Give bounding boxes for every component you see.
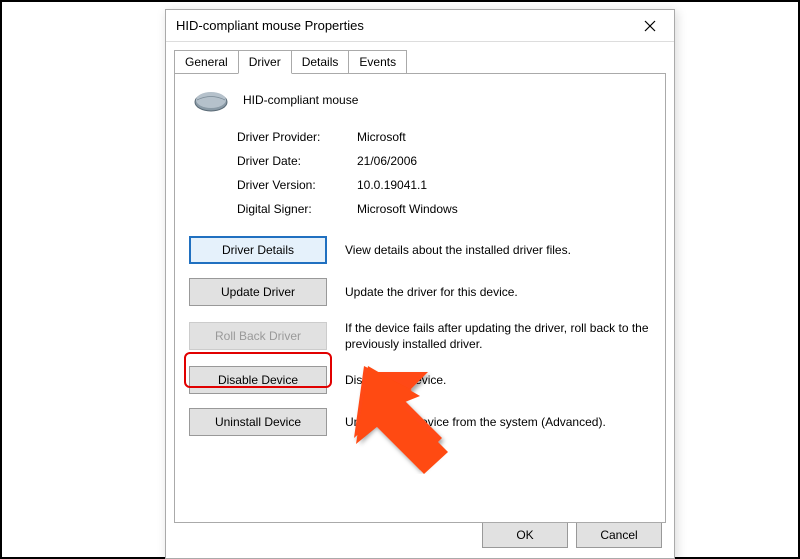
date-label: Driver Date: — [237, 154, 357, 168]
tab-driver[interactable]: Driver — [238, 50, 292, 74]
driver-info: Driver Provider: Microsoft Driver Date: … — [237, 130, 651, 216]
ok-button[interactable]: OK — [482, 522, 568, 548]
provider-value: Microsoft — [357, 130, 651, 144]
tab-details[interactable]: Details — [291, 50, 350, 74]
signer-value: Microsoft Windows — [357, 202, 651, 216]
tab-content: HID-compliant mouse Driver Provider: Mic… — [174, 73, 666, 523]
uninstall-device-button[interactable]: Uninstall Device — [189, 408, 327, 436]
dialog-button-bar: OK Cancel — [482, 522, 662, 548]
signer-label: Digital Signer: — [237, 202, 357, 216]
uninstall-desc: Uninstall the device from the system (Ad… — [345, 414, 651, 430]
tab-events[interactable]: Events — [348, 50, 407, 74]
mouse-icon — [193, 88, 229, 112]
window-title: HID-compliant mouse Properties — [176, 18, 364, 33]
device-name: HID-compliant mouse — [243, 93, 358, 107]
provider-label: Driver Provider: — [237, 130, 357, 144]
update-driver-desc: Update the driver for this device. — [345, 284, 651, 300]
close-icon — [644, 20, 656, 32]
version-value: 10.0.19041.1 — [357, 178, 651, 192]
tab-general[interactable]: General — [174, 50, 239, 74]
disable-desc: Disable the device. — [345, 372, 651, 388]
device-header: HID-compliant mouse — [189, 88, 651, 112]
driver-details-desc: View details about the installed driver … — [345, 242, 651, 258]
tab-bar: General Driver Details Events — [174, 50, 666, 74]
roll-back-driver-button: Roll Back Driver — [189, 322, 327, 350]
driver-details-button[interactable]: Driver Details — [189, 236, 327, 264]
date-value: 21/06/2006 — [357, 154, 651, 168]
titlebar: HID-compliant mouse Properties — [166, 10, 674, 42]
version-label: Driver Version: — [237, 178, 357, 192]
properties-dialog: HID-compliant mouse Properties General D… — [165, 9, 675, 559]
disable-device-button[interactable]: Disable Device — [189, 366, 327, 394]
close-button[interactable] — [630, 12, 670, 40]
cancel-button[interactable]: Cancel — [576, 522, 662, 548]
roll-back-desc: If the device fails after updating the d… — [345, 320, 651, 352]
update-driver-button[interactable]: Update Driver — [189, 278, 327, 306]
